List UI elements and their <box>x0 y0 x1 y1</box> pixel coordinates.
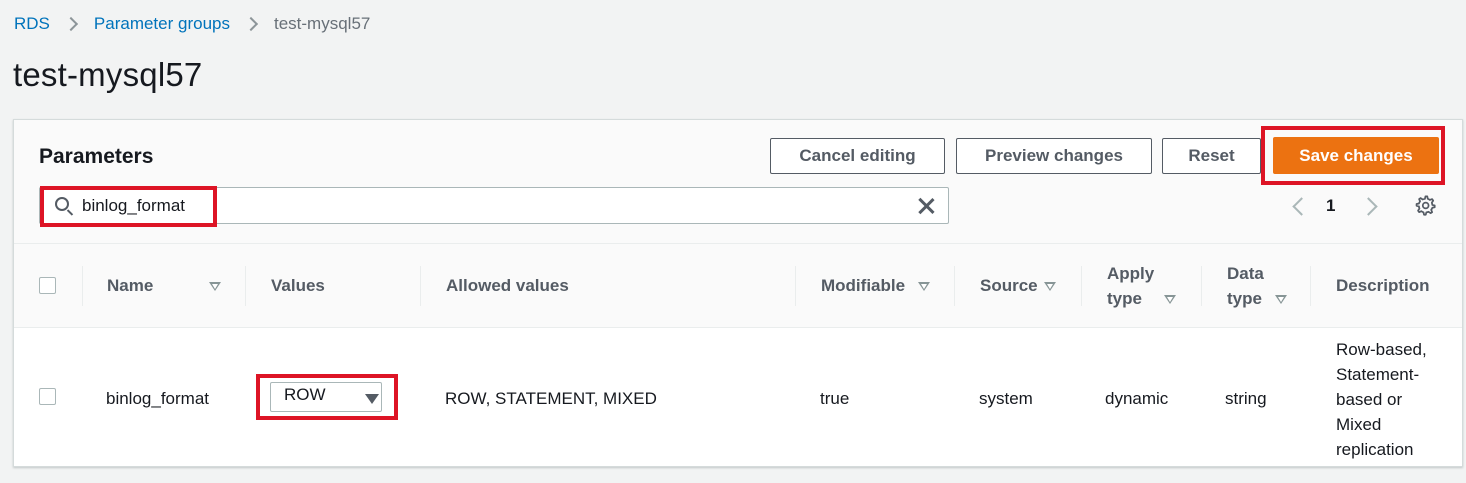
cell-description-line: Mixed <box>1336 415 1382 434</box>
value-select[interactable]: ROW <box>270 382 382 412</box>
breadcrumb-parameter-groups-link[interactable]: Parameter groups <box>94 14 230 34</box>
column-header-apply-type-line1[interactable]: Apply <box>1107 261 1154 286</box>
save-changes-button[interactable]: Save changes <box>1273 137 1439 174</box>
column-header-data-type-line1[interactable]: Data <box>1227 261 1264 286</box>
chevron-right-icon[interactable] <box>1362 196 1378 216</box>
column-divider <box>245 266 246 306</box>
column-divider <box>795 266 796 306</box>
sort-icon[interactable] <box>918 282 930 291</box>
value-select-text: ROW <box>284 385 326 404</box>
panel-title: Parameters <box>39 145 154 168</box>
select-all-checkbox[interactable] <box>39 277 56 294</box>
column-divider <box>1081 266 1082 306</box>
column-header-source[interactable]: Source <box>980 273 1038 298</box>
reset-button[interactable]: Reset <box>1162 138 1261 174</box>
page-number[interactable]: 1 <box>1326 196 1338 216</box>
cell-description-line: based or <box>1336 390 1403 409</box>
column-header-modifiable[interactable]: Modifiable <box>821 273 905 298</box>
cell-data-type: string <box>1225 389 1267 408</box>
cancel-editing-button[interactable]: Cancel editing <box>770 138 945 174</box>
cell-modifiable: true <box>820 389 850 408</box>
preview-changes-button[interactable]: Preview changes <box>956 138 1152 174</box>
panel-header: Parameters Cancel editing Preview change… <box>14 120 1462 244</box>
page-title: test-mysql57 <box>13 56 203 93</box>
breadcrumb: RDS Parameter groups test-mysql57 <box>14 14 370 34</box>
clear-icon[interactable] <box>916 196 936 216</box>
column-header-name[interactable]: Name <box>107 273 153 298</box>
cell-description-line: Statement- <box>1336 365 1420 384</box>
table-header: Name Values Allowed values Modifiable So… <box>14 244 1462 328</box>
row-checkbox[interactable] <box>39 388 56 405</box>
column-header-values: Values <box>271 276 325 295</box>
parameters-panel: Parameters Cancel editing Preview change… <box>13 119 1463 467</box>
column-divider <box>1310 266 1311 306</box>
cell-apply-type: dynamic <box>1105 389 1169 408</box>
column-header-data-type-line2[interactable]: type <box>1227 286 1262 311</box>
column-header-allowed-values: Allowed values <box>446 276 569 295</box>
cell-source: system <box>979 389 1033 408</box>
cell-allowed-values: ROW, STATEMENT, MIXED <box>445 389 657 408</box>
search-input[interactable] <box>82 191 882 220</box>
caret-down-icon <box>365 394 379 404</box>
column-divider <box>954 266 955 306</box>
breadcrumb-chevron-icon <box>63 16 78 32</box>
chevron-left-icon[interactable] <box>1290 196 1306 216</box>
cell-description-line: replication <box>1336 440 1414 459</box>
column-divider <box>1201 266 1202 306</box>
column-header-apply-type-line2[interactable]: type <box>1107 286 1142 311</box>
column-divider <box>82 266 83 306</box>
column-header-description: Description <box>1336 276 1430 295</box>
breadcrumb-rds-link[interactable]: RDS <box>14 14 50 34</box>
sort-icon[interactable] <box>1164 295 1176 304</box>
sort-icon[interactable] <box>1275 295 1287 304</box>
sort-icon[interactable] <box>1044 282 1056 291</box>
search-icon <box>55 197 69 211</box>
cell-name: binlog_format <box>106 389 210 408</box>
search-field <box>39 187 949 224</box>
sort-icon[interactable] <box>209 282 221 291</box>
gear-icon[interactable] <box>1415 195 1436 216</box>
cell-description-line: Row-based, <box>1336 340 1427 359</box>
column-divider <box>420 266 421 306</box>
breadcrumb-chevron-icon <box>243 16 259 32</box>
breadcrumb-current: test-mysql57 <box>273 14 371 33</box>
